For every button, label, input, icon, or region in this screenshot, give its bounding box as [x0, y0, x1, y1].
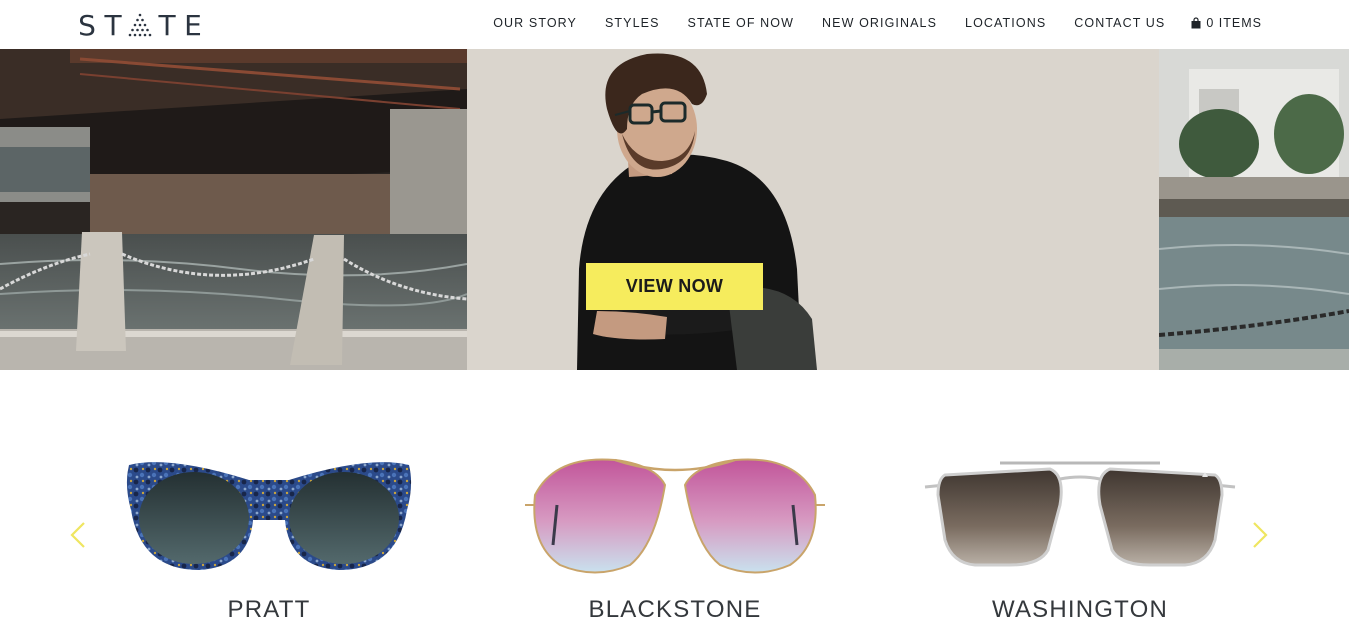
product-name: PRATT: [227, 596, 311, 619]
site-header: S T T E OUR STORY STYLES STATE OF NOW NE…: [0, 0, 1349, 49]
product-image-blackstone: [525, 458, 825, 574]
hero-image-bridge: [0, 49, 467, 370]
logo-letter-t: T: [104, 8, 122, 42]
nav-contact-us[interactable]: CONTACT US: [1074, 16, 1165, 30]
product-name: BLACKSTONE: [588, 596, 762, 619]
logo-letter-s: S: [78, 8, 96, 42]
hero-image-river: [1159, 49, 1349, 370]
bag-icon: [1191, 17, 1201, 29]
hero-image-model: [467, 49, 1159, 370]
product-image-pratt: [126, 462, 412, 570]
chevron-left-icon[interactable]: [68, 520, 88, 550]
product-name: WASHINGTON: [991, 596, 1168, 619]
product-card-blackstone[interactable]: BLACKSTONE: [515, 455, 835, 619]
hero-banner: VIEW NOW: [0, 49, 1349, 370]
logo-letter-e: E: [184, 8, 202, 42]
main-nav: OUR STORY STYLES STATE OF NOW NEW ORIGIN…: [465, 16, 1262, 30]
nav-new-originals[interactable]: NEW ORIGINALS: [822, 16, 937, 30]
logo-triangle-icon: [128, 13, 152, 37]
logo-letter-t2: T: [158, 8, 176, 42]
state-logo[interactable]: S T T E: [74, 8, 206, 42]
cart-label: 0 ITEMS: [1206, 16, 1262, 30]
nav-styles[interactable]: STYLES: [605, 16, 660, 30]
nav-locations[interactable]: LOCATIONS: [965, 16, 1046, 30]
product-card-washington[interactable]: WASHINGTON: [920, 455, 1240, 619]
nav-our-story[interactable]: OUR STORY: [493, 16, 577, 30]
nav-state-of-now[interactable]: STATE OF NOW: [688, 16, 794, 30]
cart-link[interactable]: 0 ITEMS: [1191, 16, 1262, 30]
view-now-button[interactable]: VIEW NOW: [586, 263, 763, 310]
chevron-right-icon[interactable]: [1250, 520, 1270, 550]
product-carousel: PRATT BLACKSTONE WASHINGTON: [0, 370, 1349, 619]
product-image-washington: [924, 461, 1236, 567]
product-card-pratt[interactable]: PRATT: [109, 455, 429, 619]
